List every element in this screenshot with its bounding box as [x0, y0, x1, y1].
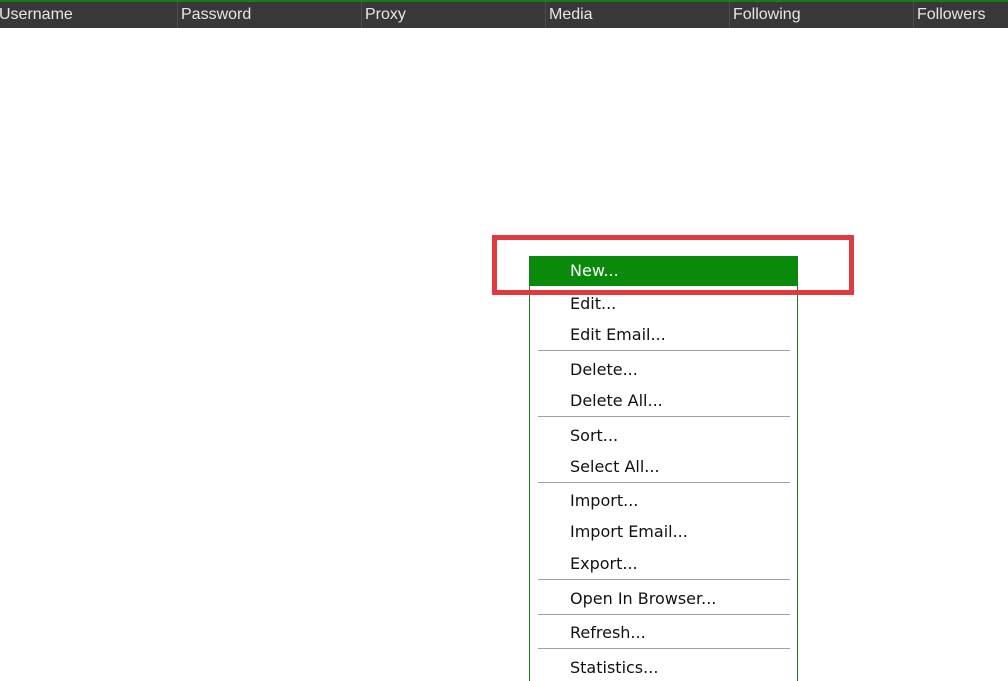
context-menu: New... Edit... Edit Email... Delete... D… [529, 256, 798, 681]
column-header-media[interactable]: Media [545, 2, 729, 28]
menu-item-edit-email[interactable]: Edit Email... [530, 320, 797, 350]
menu-separator [538, 579, 790, 580]
menu-item-statistics[interactable]: Statistics... [530, 653, 797, 681]
menu-separator [538, 482, 790, 483]
menu-item-refresh[interactable]: Refresh... [530, 618, 797, 648]
table-header: Username Password Proxy Media Following … [0, 0, 1008, 28]
column-header-following[interactable]: Following [729, 2, 913, 28]
menu-item-edit[interactable]: Edit... [530, 289, 797, 319]
column-header-password[interactable]: Password [177, 2, 361, 28]
column-header-username[interactable]: Username [0, 2, 177, 28]
menu-item-select-all[interactable]: Select All... [530, 452, 797, 482]
menu-item-delete-all[interactable]: Delete All... [530, 386, 797, 416]
menu-item-new[interactable]: New... [530, 256, 797, 286]
menu-separator [538, 350, 790, 351]
menu-item-delete[interactable]: Delete... [530, 355, 797, 385]
menu-separator [538, 614, 790, 615]
column-header-followers[interactable]: Followers [913, 2, 1008, 28]
menu-separator [538, 648, 790, 649]
accounts-table-body[interactable] [0, 28, 1008, 681]
app-window: Username Password Proxy Media Following … [0, 0, 1008, 681]
column-header-proxy[interactable]: Proxy [361, 2, 545, 28]
menu-separator [538, 416, 790, 417]
menu-item-import-email[interactable]: Import Email... [530, 517, 797, 547]
menu-item-open-in-browser[interactable]: Open In Browser... [530, 584, 797, 614]
menu-item-import[interactable]: Import... [530, 486, 797, 516]
menu-item-sort[interactable]: Sort... [530, 421, 797, 451]
menu-item-export[interactable]: Export... [530, 549, 797, 579]
